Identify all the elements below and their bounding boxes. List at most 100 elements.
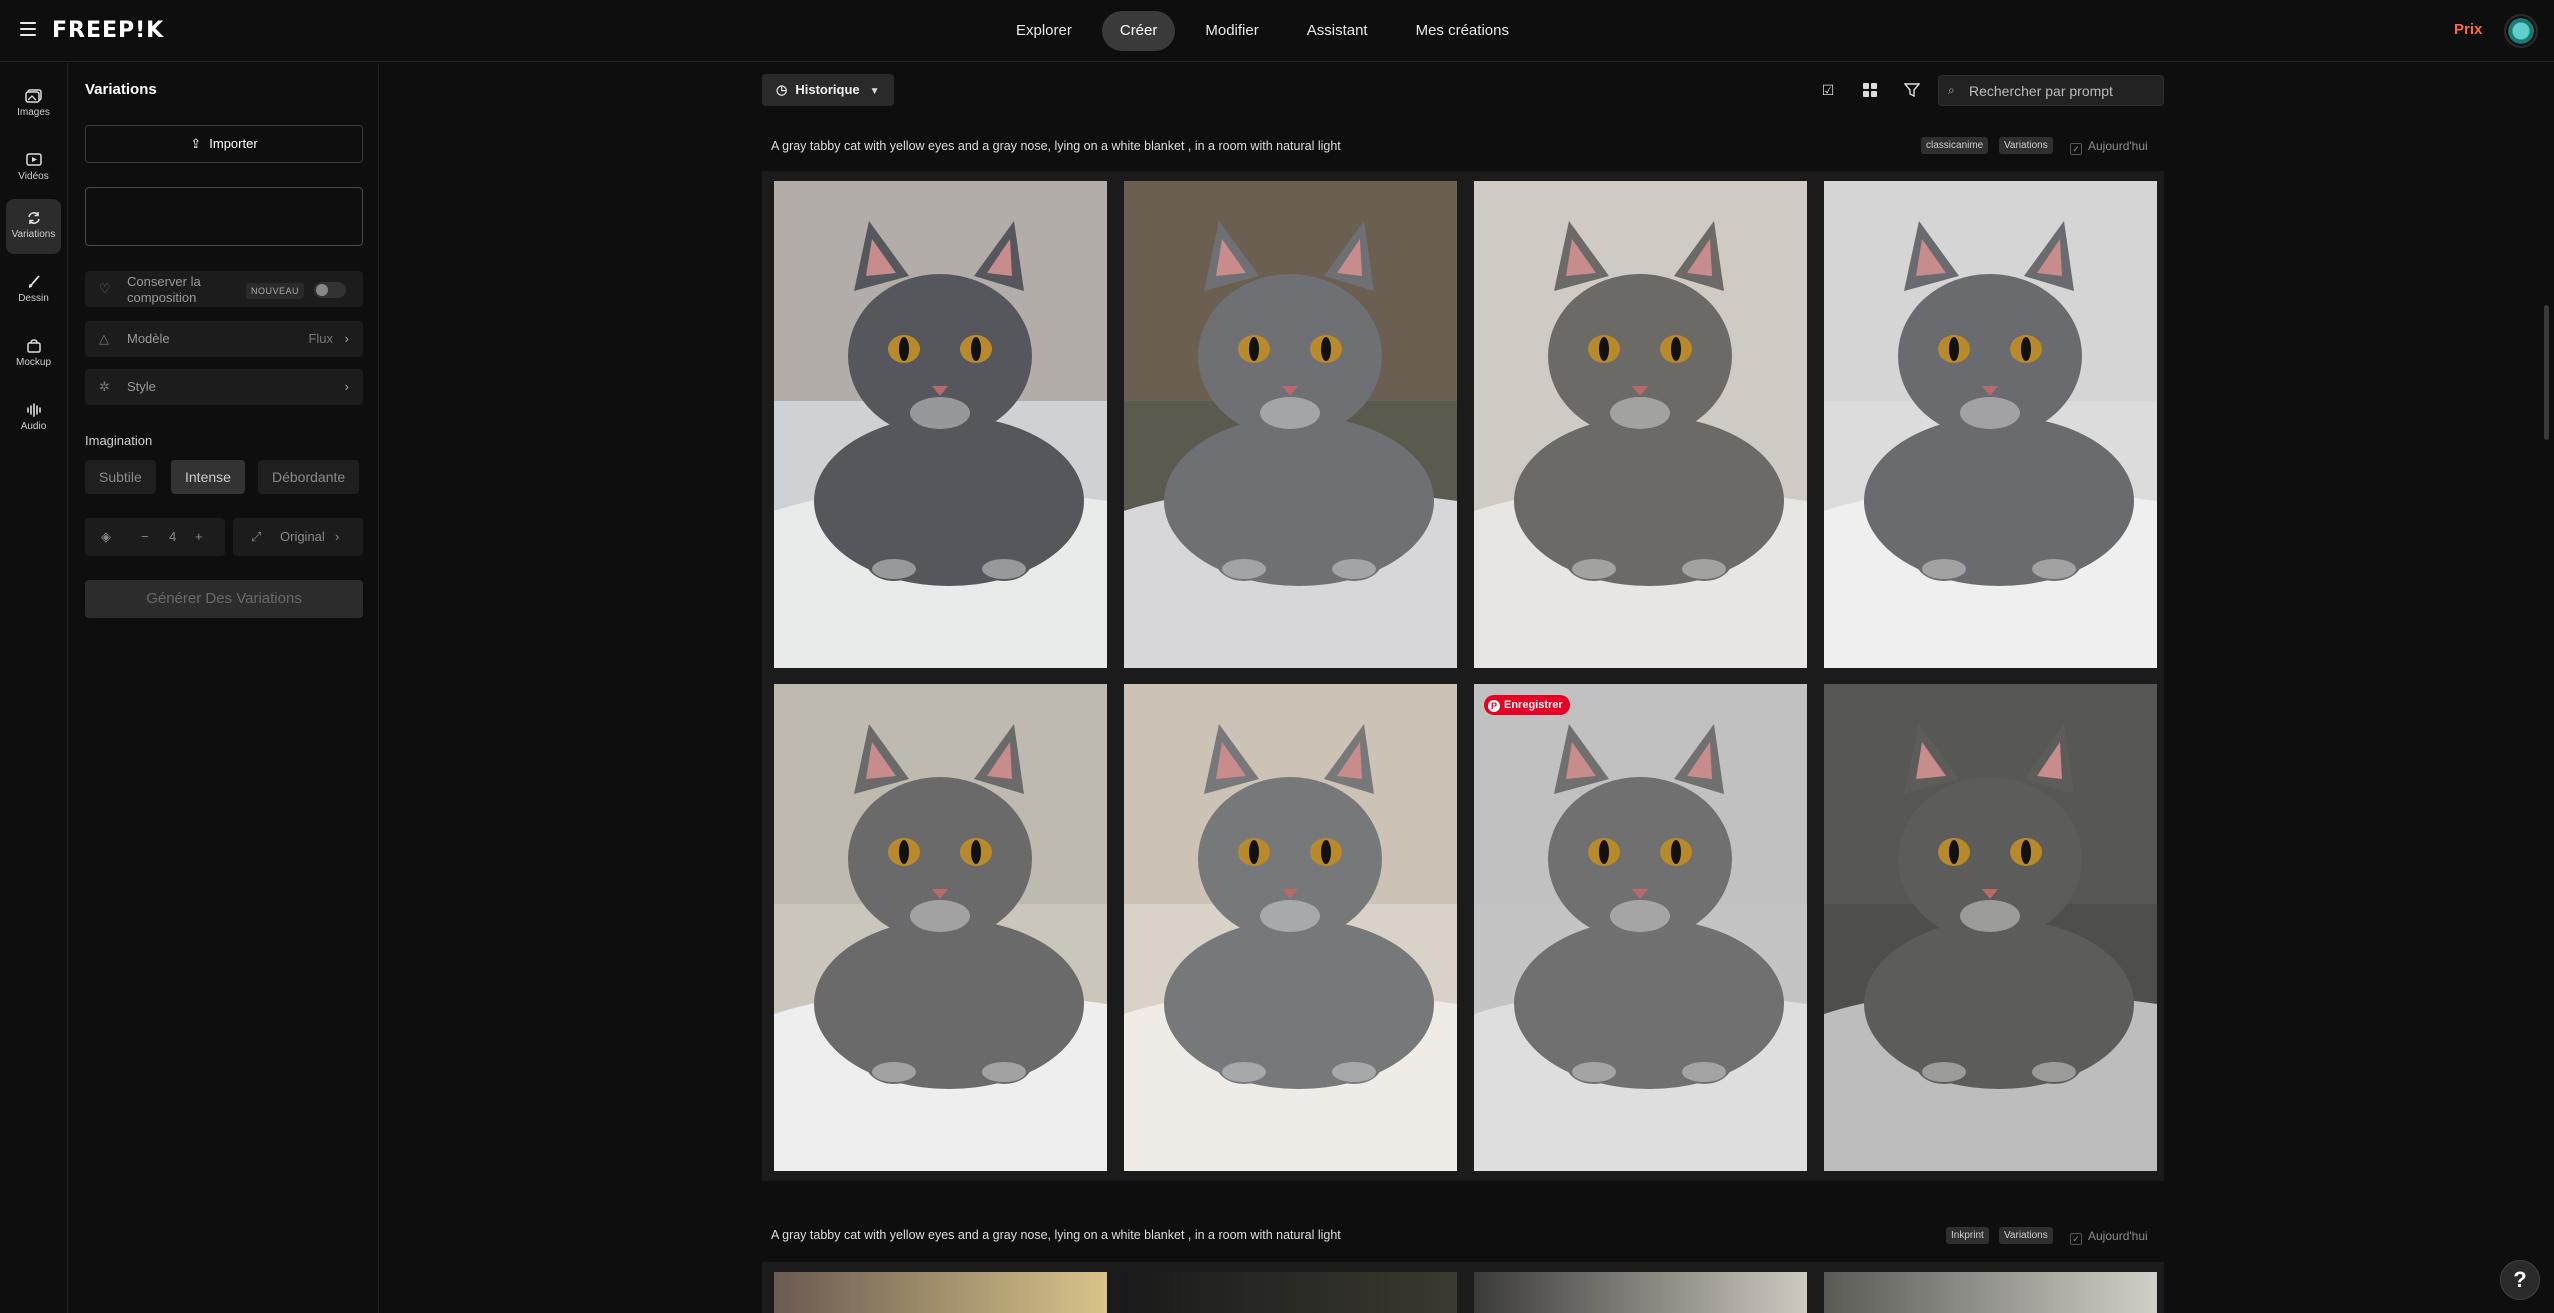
generated-image [774, 181, 1107, 668]
video-icon [25, 153, 42, 166]
image-card[interactable] [774, 684, 1107, 1171]
model-icon: △ [99, 331, 109, 346]
top-bar: FREEP!K Explorer Créer Modifier Assistan… [0, 0, 2554, 62]
image-card[interactable] [774, 181, 1107, 668]
scrollbar[interactable] [2544, 305, 2549, 440]
import-label: Importer [209, 136, 258, 151]
history-dropdown[interactable]: ◷ Historique ▼ [762, 74, 894, 106]
rail-label: Images [17, 107, 50, 118]
imagination-debordante[interactable]: Débordante [258, 460, 360, 494]
rail-label: Mockup [15, 357, 51, 368]
rail-item-videos[interactable]: Vidéos [6, 141, 61, 196]
image-dropzone[interactable] [85, 187, 363, 246]
date-checkbox[interactable]: ✓ [2070, 143, 2082, 155]
aspect-ratio-selector[interactable]: ⤢ Original › [233, 518, 363, 556]
image-card[interactable] [1824, 684, 2157, 1171]
generated-image [1824, 181, 2157, 668]
date-label: Aujourd'hui [2088, 139, 2148, 153]
model-selector[interactable]: △ Modèle Flux › [85, 321, 363, 357]
image-card[interactable] [1474, 1272, 1807, 1313]
style-selector[interactable]: ✲ Style › [85, 369, 363, 405]
date-checkbox[interactable]: ✓ [2070, 1233, 2082, 1245]
grid-view-icon[interactable] [1858, 78, 1882, 102]
generate-variations-button[interactable]: Générer Des Variations [85, 580, 363, 618]
imagination-subtile[interactable]: Subtile [85, 460, 156, 494]
tab-assistant[interactable]: Assistant [1289, 11, 1386, 51]
brush-icon [28, 275, 40, 288]
chevron-right-icon: › [344, 379, 349, 394]
style-tag[interactable]: classicanime [1921, 137, 1989, 154]
rail-label: Audio [20, 421, 47, 432]
image-card[interactable] [1474, 181, 1807, 668]
mode-tag[interactable]: Variations [1999, 137, 2053, 154]
pricing-link[interactable]: Prix [2454, 21, 2482, 38]
chevron-right-icon: › [335, 529, 340, 544]
image-card[interactable] [1124, 181, 1457, 668]
generated-image [1124, 181, 1457, 668]
new-badge: NOUVEAU [246, 283, 305, 299]
rail-item-audio[interactable]: Audio [6, 391, 61, 446]
menu-icon[interactable] [20, 22, 36, 36]
image-card[interactable] [774, 1272, 1107, 1313]
prompt-search: ⌕ [1938, 75, 2164, 106]
rail-item-mockup[interactable]: Mockup [6, 327, 61, 382]
imagination-intense[interactable]: Intense [171, 460, 245, 494]
group-prompt: A gray tabby cat with yellow eyes and a … [771, 139, 1341, 153]
model-value: Flux [308, 331, 333, 346]
tab-creer[interactable]: Créer [1101, 11, 1176, 51]
keep-composition-row: ♡ Conserver la composition NOUVEAU [85, 271, 363, 307]
rail-item-images[interactable]: Images [6, 77, 61, 132]
image-card[interactable] [1124, 684, 1457, 1171]
mockup-icon [26, 339, 41, 353]
group-prompt: A gray tabby cat with yellow eyes and a … [771, 1228, 1341, 1242]
rail-item-variations[interactable]: Variations [6, 199, 61, 254]
rail-item-dessin[interactable]: Dessin [6, 263, 61, 318]
date-label: Aujourd'hui [2088, 1229, 2148, 1243]
model-label: Modèle [127, 331, 170, 346]
upload-icon: ⇪ [190, 136, 202, 151]
pinterest-icon: P [1488, 700, 1500, 712]
group-date[interactable]: ✓ Aujourd'hui [2070, 1229, 2148, 1245]
tab-modifier[interactable]: Modifier [1187, 11, 1276, 51]
keep-composition-toggle[interactable] [314, 282, 346, 298]
image-grid: P Enregistrer [762, 171, 2164, 1181]
image-grid [762, 1262, 2164, 1313]
filter-icon[interactable] [1900, 78, 1924, 102]
history-label: Historique [795, 82, 860, 97]
aspect-value: Original [280, 529, 325, 544]
variations-icon [27, 212, 40, 224]
import-button[interactable]: ⇪ Importer [85, 125, 363, 163]
group-date[interactable]: ✓ Aujourd'hui [2070, 139, 2148, 155]
mode-tag[interactable]: Variations [1999, 1227, 2053, 1244]
layers-icon: ◈ [101, 529, 111, 544]
pinterest-save-button[interactable]: P Enregistrer [1484, 695, 1570, 715]
rail-label: Dessin [18, 293, 49, 304]
resize-icon: ⤢ [251, 529, 262, 544]
image-card[interactable]: P Enregistrer [1474, 684, 1807, 1171]
image-card[interactable] [1824, 181, 2157, 668]
style-icon: ✲ [99, 379, 110, 394]
generated-image [1474, 181, 1807, 668]
count-stepper: ◈ − 4 + [85, 518, 225, 556]
tab-mes-creations[interactable]: Mes créations [1398, 11, 1527, 51]
chevron-right-icon: › [344, 331, 349, 346]
image-card[interactable] [1124, 1272, 1457, 1313]
rail-label: Vidéos [18, 171, 49, 182]
freepik-logo[interactable]: FREEP!K [52, 18, 164, 43]
increment-button[interactable]: + [195, 529, 203, 544]
imagination-label: Imagination [85, 433, 153, 448]
chevron-down-icon: ▼ [869, 86, 880, 97]
help-button[interactable]: ? [2500, 1260, 2540, 1300]
decrement-button[interactable]: − [141, 529, 149, 544]
image-card[interactable] [1824, 1272, 2157, 1313]
select-checkbox-icon[interactable]: ☑ [1816, 78, 1840, 102]
panel-title: Variations [85, 81, 157, 98]
images-icon [24, 89, 42, 103]
generated-image [1474, 684, 1807, 1171]
count-value: 4 [169, 529, 177, 544]
avatar[interactable] [2504, 14, 2538, 48]
tab-explorer[interactable]: Explorer [998, 11, 1090, 51]
style-tag[interactable]: Inkprint [1946, 1227, 1989, 1244]
search-input[interactable] [1969, 81, 2159, 101]
rail-label: Variations [11, 229, 56, 240]
